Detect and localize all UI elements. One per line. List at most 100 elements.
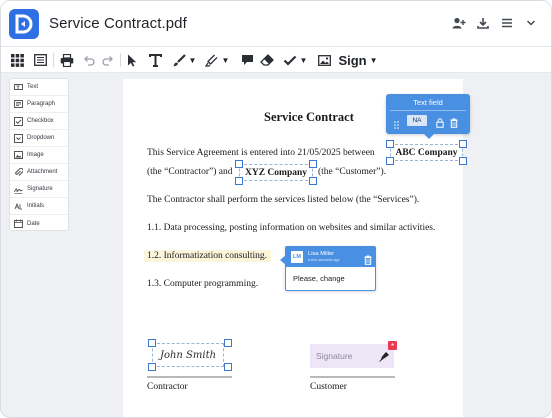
pen-nib-icon [379, 349, 390, 367]
resize-handle[interactable] [148, 363, 156, 371]
resize-handle[interactable] [459, 157, 467, 165]
palette-label: Date [27, 220, 40, 227]
palette-item-signature[interactable]: Signature [10, 181, 68, 198]
highlighter-icon [204, 54, 217, 67]
chevron-down-icon[interactable] [523, 15, 539, 31]
required-asterisk-icon: * [388, 341, 397, 351]
download-icon[interactable] [475, 15, 491, 31]
text-field-popover: Text field NA [386, 94, 470, 139]
add-user-icon[interactable] [451, 15, 467, 31]
resize-handle[interactable] [459, 140, 467, 148]
highlighter-tool[interactable]: ▼ [204, 52, 230, 68]
palette-item-initials[interactable]: Initials [10, 198, 68, 215]
palette-label: Initials [27, 203, 45, 209]
palette-item-checkbox[interactable]: Checkbox [10, 113, 68, 130]
palette-item-date[interactable]: Date [10, 215, 68, 232]
highlighted-text[interactable]: 1.2. Informatization consulting. [144, 250, 272, 262]
image-icon [14, 151, 23, 160]
resize-handle[interactable] [309, 160, 317, 168]
service-item-2[interactable]: 1.2. Informatization consulting. [144, 250, 272, 262]
contractor-field-value: ABC Company [395, 147, 458, 158]
text-tool-icon[interactable] [148, 52, 162, 68]
checkbox-icon [14, 116, 23, 126]
thumbnails-grid-icon[interactable] [10, 52, 24, 68]
comment-popup[interactable]: LM Lisa Miller a few seconds ago Please,… [280, 246, 376, 291]
eraser-icon[interactable] [260, 52, 274, 68]
lock-icon[interactable] [436, 115, 444, 133]
palette-label: Checkbox [27, 118, 54, 124]
app-logo-icon [15, 14, 33, 34]
palette-item-image[interactable]: Image [10, 147, 68, 164]
image-icon[interactable] [317, 52, 331, 68]
resize-handle[interactable] [235, 160, 243, 168]
attachment-icon [14, 167, 23, 177]
contractor-signature-field[interactable]: John Smith [152, 343, 224, 367]
resize-handle[interactable] [235, 177, 243, 185]
menu-icon[interactable] [499, 15, 515, 31]
toolbar-divider [120, 53, 121, 67]
contractor-text-field[interactable]: ABC Company [390, 144, 463, 161]
resize-handle[interactable] [386, 157, 394, 165]
popover-divider [390, 110, 466, 111]
resize-handle[interactable] [386, 140, 394, 148]
resize-handle[interactable] [224, 363, 232, 371]
palette-label: Signature [27, 186, 53, 192]
resize-handle[interactable] [224, 339, 232, 347]
avatar: LM [291, 251, 303, 263]
palette-item-text[interactable]: Text [10, 79, 68, 96]
paragraph-services: The Contractor shall perform the service… [147, 195, 420, 205]
checkmark-tool[interactable]: ▼ [282, 52, 308, 68]
customer-label: Customer [310, 382, 347, 392]
caret-down-icon: ▼ [299, 55, 308, 65]
customer-signature-field[interactable]: Signature [310, 344, 394, 368]
resize-handle[interactable] [148, 339, 156, 347]
paragraph-party-right: (the “Customer”). [318, 167, 387, 177]
popover-title: Text field [413, 98, 443, 107]
sign-menu-button[interactable]: Sign ▼ [338, 52, 378, 68]
title-actions [451, 15, 539, 31]
select-cursor-icon[interactable] [126, 52, 138, 68]
customer-text-field[interactable]: XYZ Company [239, 164, 313, 181]
paragraph-icon [14, 100, 23, 109]
checkmark-icon [283, 55, 296, 66]
app-logo [9, 9, 39, 39]
comment-author: Lisa Miller [308, 251, 335, 257]
draw-brush-tool[interactable]: ▼ [171, 52, 197, 68]
caret-down-icon: ▼ [369, 55, 378, 65]
trash-icon[interactable] [450, 115, 458, 133]
toolbar: ▼ ▼ ▼ Sign ▼ [1, 47, 551, 73]
signature-line [310, 376, 395, 378]
trash-icon[interactable] [364, 252, 372, 270]
document-title: Service Contract.pdf [49, 15, 187, 32]
comment-icon[interactable] [240, 52, 254, 68]
na-toggle[interactable]: NA [407, 115, 427, 126]
palette-label: Dropdown [27, 135, 55, 141]
print-icon[interactable] [60, 52, 74, 68]
brush-icon [172, 53, 186, 66]
comment-header: LM Lisa Miller a few seconds ago [286, 247, 375, 267]
sign-label: Sign [338, 52, 367, 68]
field-palette: Text Paragraph Checkbox Dropdown Image A… [9, 78, 69, 231]
list-view-icon[interactable] [33, 52, 47, 68]
title-bar: Service Contract.pdf [1, 1, 551, 47]
customer-field-value: XYZ Company [244, 167, 308, 178]
drag-handle-icon[interactable] [394, 116, 399, 134]
undo-icon[interactable] [82, 52, 95, 68]
contractor-label: Contractor [147, 382, 188, 392]
service-item-1: 1.1. Data processing, posting informatio… [147, 223, 436, 233]
paragraph-intro: This Service Agreement is entered into 2… [147, 148, 375, 158]
resize-handle[interactable] [309, 177, 317, 185]
text-field-icon [14, 83, 23, 92]
redo-icon[interactable] [101, 52, 114, 68]
signature-placeholder: Signature [316, 351, 353, 361]
palette-label: Image [27, 152, 44, 158]
palette-label: Attachment [27, 169, 58, 175]
paragraph-party-left: (the “Contractor”) and [147, 167, 233, 177]
signature-text: John Smith [159, 349, 217, 361]
palette-item-paragraph[interactable]: Paragraph [10, 96, 68, 113]
palette-item-attachment[interactable]: Attachment [10, 164, 68, 181]
comment-timestamp: a few seconds ago [308, 258, 340, 262]
palette-item-dropdown[interactable]: Dropdown [10, 130, 68, 147]
service-item-3: 1.3. Computer programming. [147, 279, 259, 289]
comment-text[interactable]: Please, change [293, 274, 345, 283]
